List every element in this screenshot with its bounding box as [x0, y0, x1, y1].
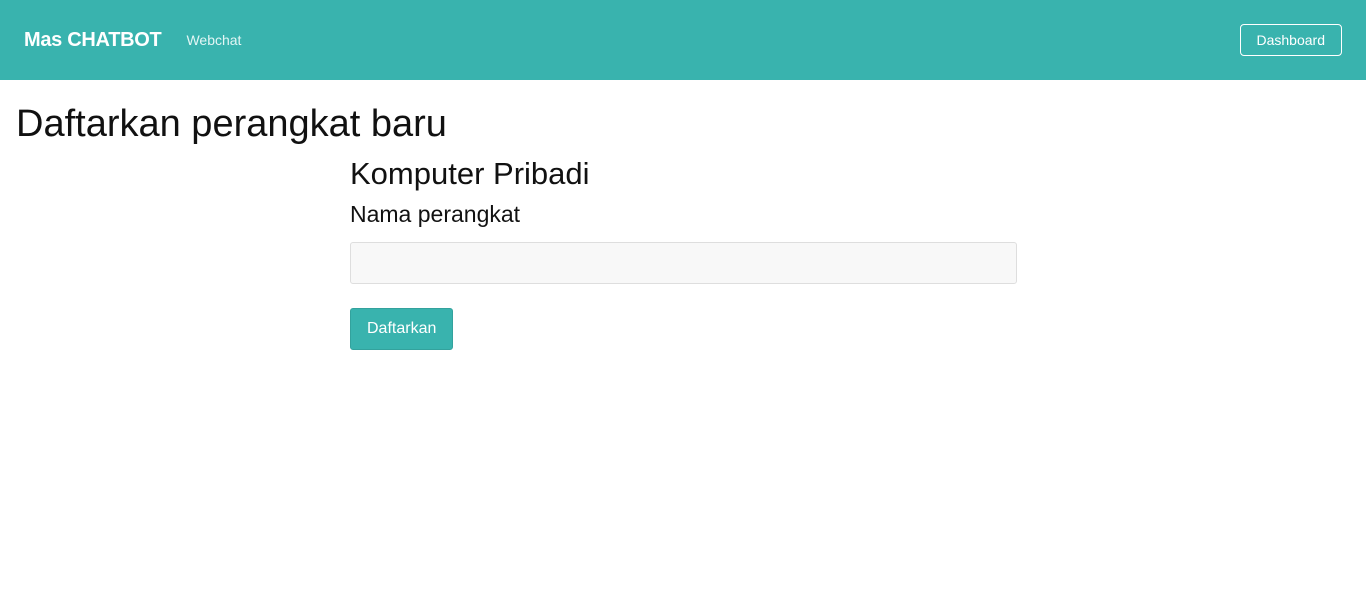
register-button[interactable]: Daftarkan: [350, 308, 454, 350]
navbar-right: Dashboard: [1239, 24, 1342, 56]
register-device-form: Komputer Pribadi Nama perangkat Daftarka…: [350, 154, 1017, 350]
top-navbar: Mas CHATBOT Webchat Dashboard: [0, 0, 1366, 80]
section-title: Komputer Pribadi: [350, 156, 590, 191]
device-name-input[interactable]: [350, 242, 1017, 284]
device-name-label: Nama perangkat: [350, 201, 521, 227]
page-title: Daftarkan perangkat baru: [16, 103, 447, 145]
nav-link-webchat[interactable]: Webchat: [186, 32, 241, 48]
brand-link[interactable]: Mas CHATBOT: [24, 29, 162, 52]
dashboard-button[interactable]: Dashboard: [1239, 24, 1342, 56]
